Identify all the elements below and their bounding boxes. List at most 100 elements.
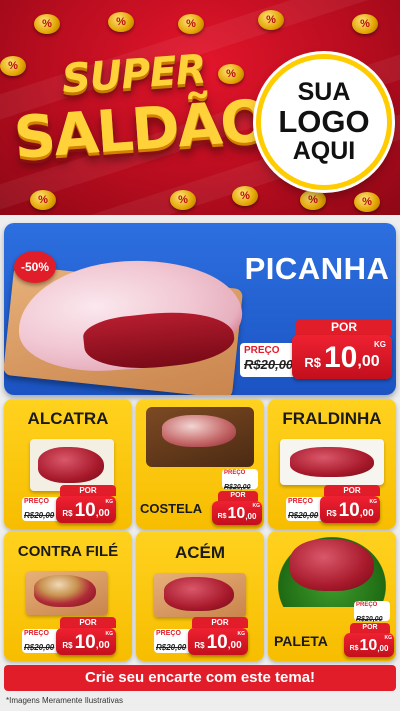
price-dec: ,00 (377, 644, 389, 653)
product-name: COSTELA (140, 501, 203, 516)
price-dec: ,00 (95, 640, 110, 651)
price-int: 10 (74, 632, 96, 653)
new-price-box: R$ 10 ,00 KG (56, 628, 116, 655)
product-card: COSTELA PREÇO R$20,00 POR R$ 10 ,00 KG (136, 399, 264, 529)
meat-image (164, 577, 234, 611)
product-name: ACÉM (174, 543, 226, 562)
preco-label: PREÇO (244, 345, 280, 356)
new-price-box: R$ 10 ,00 KG (320, 496, 380, 523)
product-name: FRALDINHA (282, 409, 382, 428)
price-int: 10 (227, 505, 246, 522)
product-card: CONTRA FILÉ POR PREÇO R$20,00 R$ 10 ,00 … (4, 531, 132, 661)
old-price: R$20,00 (244, 357, 294, 372)
currency: R$ (217, 513, 227, 520)
old-price: R$20,00 (288, 511, 319, 520)
price-dec: ,00 (245, 512, 257, 521)
percent-coin-icon: % (30, 190, 56, 210)
hero-price-tag: POR PREÇO R$20,00 R$ 10 ,00 KG (240, 317, 392, 387)
price-tag: PREÇO R$20,00 POR R$ 10 ,00 KG (212, 469, 262, 527)
percent-coin-icon: % (108, 12, 134, 32)
percent-coin-icon: % (178, 14, 204, 34)
percent-coin-icon: % (352, 14, 378, 34)
hero-product-name: PICANHA (244, 251, 390, 286)
footnote: *Imagens Meramente Ilustrativas (6, 696, 123, 705)
preco-label: PREÇO (156, 630, 181, 637)
unit-label: KG (252, 503, 261, 509)
logo-placeholder: SUA LOGO AQUI (256, 54, 392, 190)
product-photo (30, 439, 114, 491)
unit-label: KG (384, 635, 393, 641)
currency: R$ (349, 645, 359, 652)
old-price: R$20,00 (156, 643, 187, 652)
price-int: 10 (206, 632, 228, 653)
preco-label: PREÇO (288, 498, 313, 505)
header-banner: % % % % % % % % % % % % SUPER SALDÃO SUA… (0, 0, 400, 215)
meat-image (34, 575, 96, 607)
percent-coin-icon: % (34, 14, 60, 34)
cta-banner[interactable]: Crie seu encarte com este tema! (4, 665, 396, 691)
por-label: POR (324, 485, 380, 496)
currency: R$ (326, 509, 337, 518)
old-price: R$20,00 (224, 484, 251, 491)
new-price-box: R$ 10 ,00 KG (188, 628, 248, 655)
product-card: ACÉM POR PREÇO R$20,00 R$ 10 ,00 KG (136, 531, 264, 661)
currency: R$ (194, 641, 205, 650)
offers-area: -50% PICANHA POR PREÇO R$20,00 R$ 10 ,00… (0, 215, 400, 711)
unit-label: KG (105, 631, 114, 637)
preco-label: PREÇO (24, 498, 49, 505)
product-card: ALCATRA POR PREÇO R$20,00 R$ 10 ,00 KG (4, 399, 132, 529)
percent-coin-icon: % (258, 10, 284, 30)
product-card: PALETA PREÇO R$20,00 POR R$ 10 ,00 KG (268, 531, 396, 661)
product-name: PALETA (274, 633, 328, 649)
unit-label: KG (369, 499, 378, 505)
meat-image (38, 447, 104, 483)
unit-label: KG (237, 631, 246, 637)
meat-image (162, 415, 236, 447)
price-tag: POR PREÇO R$20,00 R$ 10 ,00 KG (22, 485, 128, 525)
discount-badge: -50% (14, 251, 56, 283)
new-price-box: R$ 10 ,00 KG (344, 633, 394, 657)
currency: R$ (62, 509, 73, 518)
preco-label: PREÇO (24, 630, 49, 637)
old-price: R$20,00 (24, 511, 55, 520)
logo-text-line1: SUA (297, 78, 351, 107)
price-int: 10 (74, 500, 96, 521)
meat-image (290, 447, 374, 477)
por-label: POR (296, 319, 392, 335)
por-label: POR (192, 617, 248, 628)
product-photo (280, 439, 384, 485)
por-label: POR (60, 485, 116, 496)
percent-coin-icon: % (218, 64, 244, 84)
product-name: ALCATRA (27, 409, 109, 428)
hero-offer-card: -50% PICANHA POR PREÇO R$20,00 R$ 10 ,00… (4, 223, 396, 395)
logo-text-line3: AQUI (292, 137, 356, 166)
product-photo (26, 571, 108, 615)
currency: R$ (62, 641, 73, 650)
price-tag: POR PREÇO R$20,00 R$ 10 ,00 KG (286, 485, 392, 525)
percent-coin-icon: % (232, 186, 258, 206)
percent-coin-icon: % (170, 190, 196, 210)
old-price-box: PREÇO R$20,00 (354, 601, 390, 623)
meat-image (290, 539, 374, 591)
percent-coin-icon: % (300, 190, 326, 210)
old-price: R$20,00 (24, 643, 55, 652)
por-label: POR (350, 623, 390, 633)
percent-coin-icon: % (0, 56, 26, 76)
price-dec: ,00 (357, 353, 380, 370)
new-price-box: R$ 10 ,00 KG (56, 496, 116, 523)
old-price-box: PREÇO R$20,00 (222, 469, 258, 491)
product-photo (154, 573, 246, 617)
currency: R$ (304, 355, 321, 370)
por-label: POR (218, 491, 258, 501)
new-price-box: R$ 10 ,00 KG (292, 335, 392, 379)
price-int: 10 (338, 500, 360, 521)
price-tag: POR PREÇO R$20,00 R$ 10 ,00 KG (154, 617, 260, 657)
price-tag: POR PREÇO R$20,00 R$ 10 ,00 KG (22, 617, 128, 657)
new-price-box: R$ 10 ,00 KG (212, 501, 262, 525)
price-int: 10 (359, 637, 378, 654)
unit-label: KG (374, 340, 386, 349)
product-photo (278, 537, 386, 607)
preco-label: PREÇO (356, 602, 378, 608)
preco-label: PREÇO (224, 470, 246, 476)
product-photo (146, 407, 254, 467)
